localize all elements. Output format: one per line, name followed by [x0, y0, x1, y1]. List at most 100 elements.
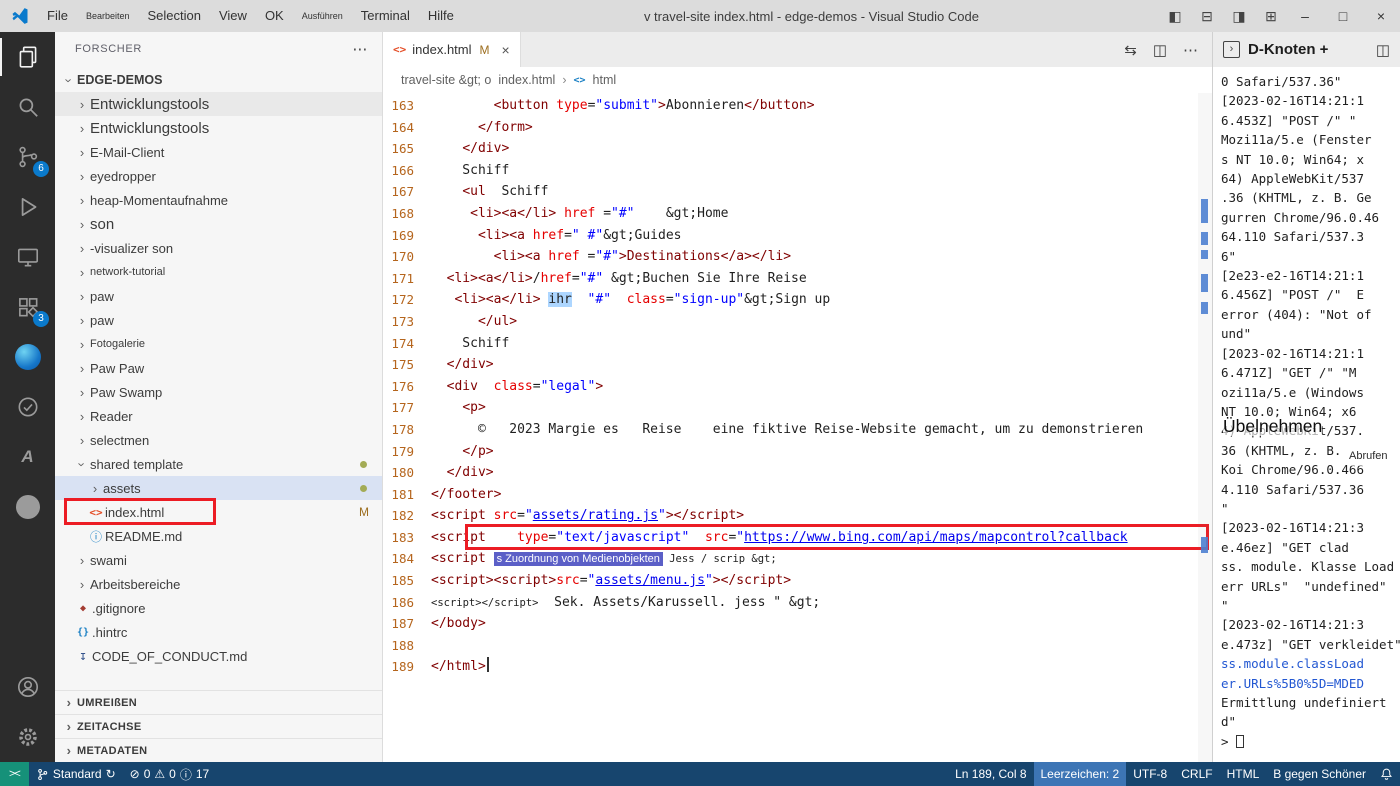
activity-testing[interactable] [0, 382, 55, 432]
code-line[interactable]: 172 <li><a</li> ihr "#" class="sign-up"&… [383, 289, 1212, 311]
activity-source-control[interactable]: 6 [0, 132, 55, 182]
code-line[interactable]: 170 <li><a href ="#">Destinations</a></l… [383, 246, 1212, 268]
code-editor[interactable]: 163 <button type="submit">Abonnieren</bu… [383, 93, 1212, 762]
tree-item[interactable]: › heap-Momentaufnahme [55, 188, 382, 212]
split-editor-icon[interactable]: ◫ [1153, 41, 1167, 59]
code-line[interactable]: 166 Schiff [383, 160, 1212, 182]
cursor-position[interactable]: Ln 189, Col 8 [948, 762, 1033, 786]
problems-status[interactable]: ⊘ 0 ⚠ 0 ⓘ 17 [123, 762, 217, 786]
split-panel-icon[interactable]: ◫ [1376, 41, 1390, 59]
activity-explorer[interactable] [0, 32, 55, 82]
tree-item[interactable]: › network-tutorial [55, 260, 382, 284]
tree-item[interactable]: › Paw Paw [55, 356, 382, 380]
maximize-button[interactable]: □ [1324, 0, 1362, 32]
menu-item[interactable]: File [38, 0, 77, 32]
code-line[interactable]: 186 <script></script> Sek. Assets/Karusse… [383, 592, 1212, 614]
toggle-panel-icon[interactable]: ⊟ [1192, 0, 1222, 32]
code-line[interactable]: 188 [383, 635, 1212, 657]
tree-item[interactable]: › E-Mail-Client [55, 140, 382, 164]
tree-item[interactable]: ⓘ README.md [55, 524, 382, 548]
section-metadata[interactable]: › METADATEN [55, 738, 382, 762]
code-line[interactable]: 189 </html> [383, 656, 1212, 678]
toggle-secondary-sidebar-icon[interactable]: ◨ [1224, 0, 1254, 32]
code-line[interactable]: 165 </div> [383, 138, 1212, 160]
section-outline[interactable]: › UMREIßEN [55, 690, 382, 714]
code-line[interactable]: 163 <button type="submit">Abonnieren</bu… [383, 95, 1212, 117]
code-line[interactable]: 175 </div> [383, 354, 1212, 376]
tree-item[interactable]: › eyedropper [55, 164, 382, 188]
tree-item[interactable]: › Fotogalerie [55, 332, 382, 356]
breadcrumb-file[interactable]: index.html [498, 73, 555, 87]
activity-extensions[interactable]: 3 [0, 282, 55, 332]
tree-item[interactable]: › Entwicklungstools [55, 92, 382, 116]
code-line[interactable]: 167 <ul Schiff [383, 181, 1212, 203]
code-line[interactable]: 178 © 2023 Margie es Reise eine fiktive … [383, 419, 1212, 441]
tree-item[interactable]: › EDGE-DEMOS [55, 68, 382, 92]
minimize-button[interactable]: – [1286, 0, 1324, 32]
account-button[interactable] [0, 662, 55, 712]
log-output[interactable]: 0 Safari/537.36" [2023-02-16T14:21:1 6.453… [1213, 67, 1400, 762]
more-actions-icon[interactable]: ⋯ [352, 40, 368, 58]
customize-layout-icon[interactable]: ⊞ [1256, 0, 1286, 32]
tab-index-html[interactable]: <> index.html M × [383, 32, 521, 67]
menu-item[interactable]: OK [256, 0, 293, 32]
code-line[interactable]: 173 </ul> [383, 311, 1212, 333]
live-server-status[interactable]: B gegen Schöner [1266, 762, 1373, 786]
tree-item[interactable]: › Paw Swamp [55, 380, 382, 404]
tab-close-icon[interactable]: × [502, 42, 510, 58]
breadcrumb-folder[interactable]: travel-site &gt; o [401, 73, 491, 87]
code-line[interactable]: 180 </div> [383, 462, 1212, 484]
activity-search[interactable] [0, 82, 55, 132]
tree-item[interactable]: › -visualizer son [55, 236, 382, 260]
activity-github[interactable] [0, 482, 55, 532]
code-line[interactable]: 187 </body> [383, 613, 1212, 635]
tree-item[interactable]: ↧ CODE_OF_CONDUCT.md [55, 644, 382, 668]
indentation-status[interactable]: Leerzeichen: 2 [1033, 762, 1127, 786]
activity-remote-explorer[interactable] [0, 232, 55, 282]
tree-item[interactable]: ◆ .gitignore [55, 596, 382, 620]
tree-item[interactable]: › Arbeitsbereiche [55, 572, 382, 596]
code-line[interactable]: 179 </p> [383, 441, 1212, 463]
breadcrumb-symbol[interactable]: html [593, 73, 617, 87]
code-line[interactable]: 182 <script src="assets/rating.js"></scri… [383, 505, 1212, 527]
code-line[interactable]: 169 <li><a href=" #"&gt;Guides [383, 225, 1212, 247]
branch-status[interactable]: Standard ↻ [29, 762, 123, 786]
tree-item[interactable]: <> index.html M [55, 498, 382, 525]
tree-item[interactable]: › paw [55, 308, 382, 332]
tree-item[interactable]: › shared template [55, 452, 382, 476]
notifications-bell[interactable] [1373, 762, 1400, 786]
menu-item[interactable]: Terminal [352, 0, 419, 32]
encoding-status[interactable]: UTF-8 [1126, 762, 1174, 786]
tree-item[interactable]: › paw [55, 284, 382, 308]
tree-item[interactable]: › Entwicklungstools [55, 116, 382, 140]
more-actions-icon[interactable]: ⋯ [1183, 41, 1198, 59]
code-line[interactable]: 185 <script><script>src="assets/menu.js">… [383, 570, 1212, 592]
eol-status[interactable]: CRLF [1174, 762, 1219, 786]
activity-run-debug[interactable] [0, 182, 55, 232]
language-mode[interactable]: HTML [1220, 762, 1267, 786]
breadcrumb[interactable]: travel-site &gt; o index.html › <> html [383, 67, 1212, 93]
activity-azure[interactable]: A [0, 432, 55, 482]
code-line[interactable]: 174 Schiff [383, 333, 1212, 355]
code-line[interactable]: 181 </footer> [383, 484, 1212, 506]
menu-item[interactable]: Hilfe [419, 0, 463, 32]
code-line[interactable]: 177 <p> [383, 397, 1212, 419]
remote-indicator[interactable]: >< [0, 762, 29, 786]
tree-item[interactable]: › son [55, 212, 382, 236]
editor-scrollbar[interactable] [1198, 93, 1212, 762]
panel-icon[interactable]: › [1223, 41, 1240, 58]
section-timeline[interactable]: › ZEITACHSE [55, 714, 382, 738]
tree-item[interactable]: › selectmen [55, 428, 382, 452]
tree-item[interactable]: › swami [55, 548, 382, 572]
tree-item[interactable]: › assets [55, 476, 382, 500]
tree-item[interactable]: {} .hintrc [55, 620, 382, 644]
toggle-primary-sidebar-icon[interactable]: ◧ [1160, 0, 1190, 32]
close-button[interactable]: × [1362, 0, 1400, 32]
code-line[interactable]: 183 <script type="text/javascript" src="h… [383, 523, 1212, 551]
menu-item[interactable]: Ausführen [293, 0, 352, 32]
code-line[interactable]: 168 <li><a</li> href ="#" &gt;Home [383, 203, 1212, 225]
menu-item[interactable]: View [210, 0, 256, 32]
code-line[interactable]: 171 <li><a</li>/href="#" &gt;Buchen Sie … [383, 268, 1212, 290]
code-line[interactable]: 176 <div class="legal"> [383, 376, 1212, 398]
menu-item[interactable]: Bearbeiten [77, 0, 139, 32]
